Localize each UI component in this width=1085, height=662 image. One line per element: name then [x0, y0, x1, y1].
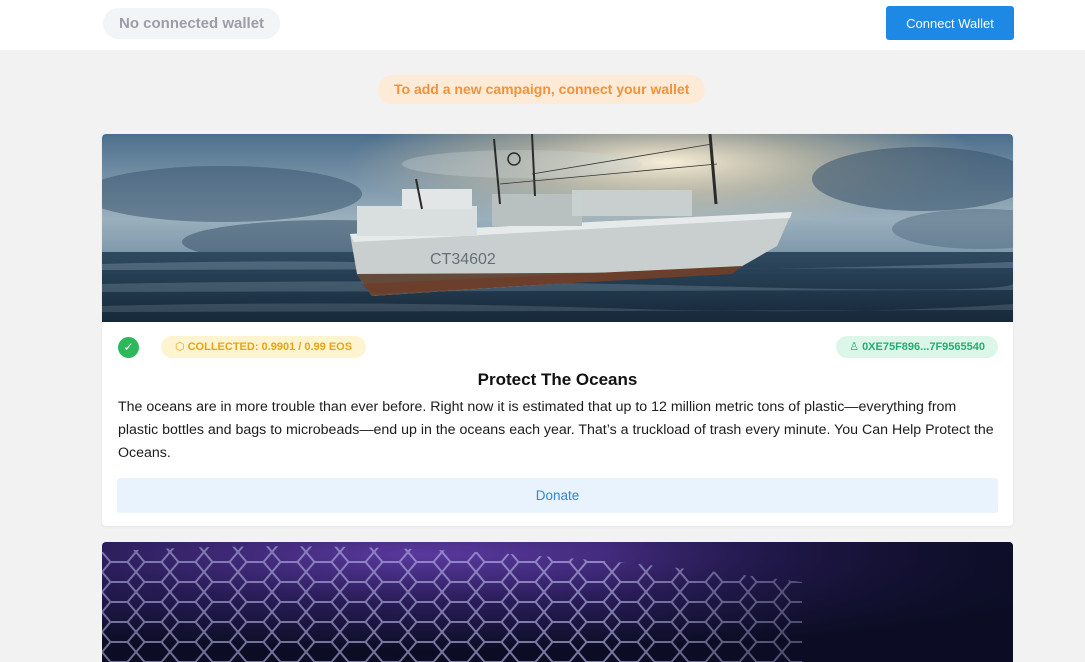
connect-notice-badge: To add a new campaign, connect your wall…	[378, 75, 706, 104]
collected-text: COLLECTED: 0.9901 / 0.99 EOS	[187, 341, 353, 353]
connect-wallet-button[interactable]: Connect Wallet	[886, 6, 1014, 40]
donate-button[interactable]: Donate	[117, 478, 998, 513]
top-bar: No connected wallet Connect Wallet	[0, 0, 1085, 50]
campaign-card: CT34602 ✓ ⬡ COLLECTED: 0.9901 / 0.99 EOS …	[102, 134, 1013, 526]
campaign-image-hexagon-network	[102, 542, 1013, 662]
cube-icon: ⬡	[175, 341, 185, 353]
wallet-status-badge: No connected wallet	[103, 8, 281, 39]
svg-text:CT34602: CT34602	[430, 251, 496, 268]
campaign-title: Protect The Oceans	[477, 370, 638, 389]
collected-badge: ⬡ COLLECTED: 0.9901 / 0.99 EOS	[161, 336, 367, 358]
owner-address-text: 0XE75F896...7F9565540	[862, 341, 985, 353]
campaign-image-ship: CT34602	[102, 134, 1013, 322]
owner-address-badge: ♙ 0XE75F896...7F9565540	[836, 336, 998, 358]
check-icon: ✓	[118, 337, 139, 358]
campaign-description: The oceans are in more trouble than ever…	[118, 399, 994, 461]
user-icon: ♙	[849, 341, 860, 353]
campaign-card-2	[102, 542, 1013, 662]
